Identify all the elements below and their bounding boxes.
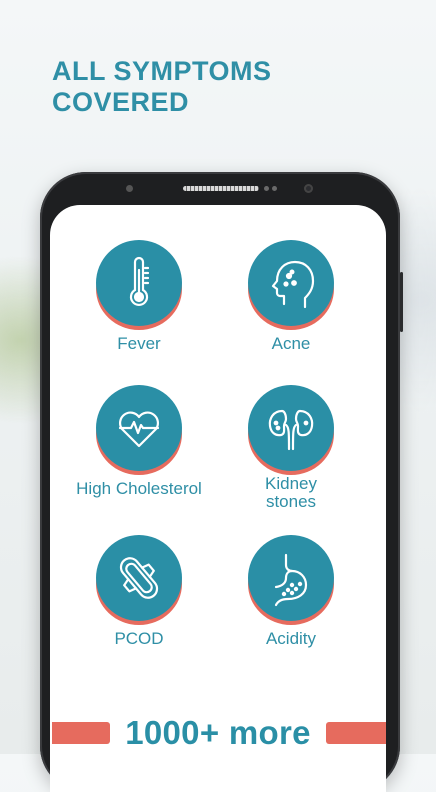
symptom-item-pcod[interactable]: PCOD [74,535,204,648]
page-headline: ALL SYMPTOMS COVERED [52,56,272,118]
phone-camera [304,184,313,193]
heart-pulse-icon [118,411,160,448]
symptom-label: Kidney stones [265,474,317,511]
sanitary-pad-icon [119,557,159,599]
symptom-item-acne[interactable]: Acne [226,240,356,353]
phone-sensor [126,185,133,192]
kidneys-icon [268,409,314,451]
symptom-badge [96,535,182,625]
symptom-label: PCOD [114,629,164,648]
thermometer-icon [129,256,150,307]
face-acne-icon [271,260,315,309]
stomach-icon [274,553,308,607]
phone-speaker-grille [183,186,259,191]
symptom-item-high-cholesterol[interactable]: High Cholesterol [74,385,204,498]
phone-sensor-dot [264,186,269,191]
symptom-label: Acidity [265,629,317,648]
phone-side-button [400,272,403,332]
symptom-label: Acne [271,334,311,353]
symptom-item-kidney-stones[interactable]: Kidney stones [226,385,356,511]
symptom-badge [96,385,182,475]
symptom-badge [248,535,334,625]
symptom-label: High Cholesterol [76,479,202,498]
symptom-item-fever[interactable]: Fever [74,240,204,353]
symptom-badge [96,240,182,330]
symptom-item-acidity[interactable]: Acidity [226,535,356,648]
more-banner: 1000+ more [50,713,386,753]
phone-sensor-dot [272,186,277,191]
symptom-badge [248,240,334,330]
headline-line-2: COVERED [52,87,190,117]
headline-line-1: ALL SYMPTOMS [52,56,272,86]
phone-screen: Fever Acne High Cholesterol Kidney stone… [50,205,386,792]
symptom-badge [248,385,334,475]
more-count-text: 1000+ more [125,714,311,751]
phone-frame: Fever Acne High Cholesterol Kidney stone… [40,172,403,792]
symptom-label: Fever [117,334,161,353]
